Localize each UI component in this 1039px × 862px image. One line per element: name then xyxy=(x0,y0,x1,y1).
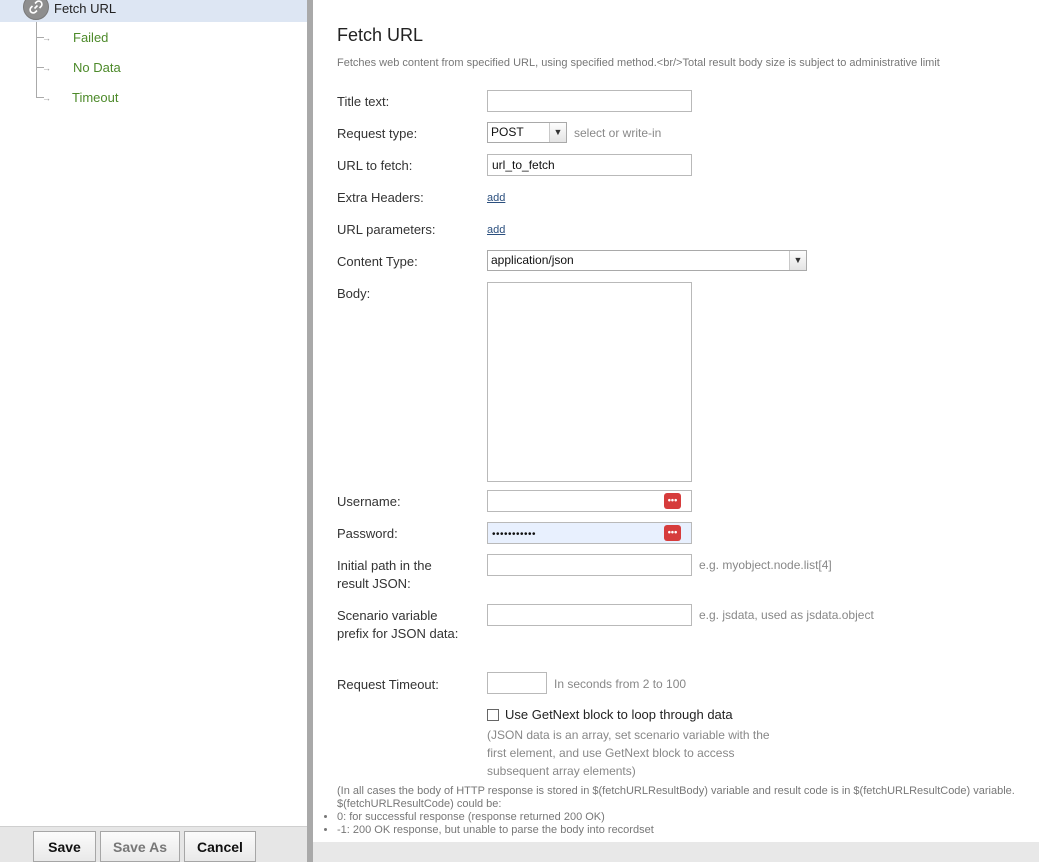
extra-headers-add-link[interactable]: add xyxy=(487,192,505,204)
username-label: Username: xyxy=(337,494,401,509)
chevron-down-icon[interactable]: ▼ xyxy=(789,251,806,270)
cancel-button[interactable]: Cancel xyxy=(184,831,256,862)
chevron-down-icon[interactable]: ▼ xyxy=(549,123,566,142)
tree-branch-label: No Data xyxy=(73,60,121,75)
password-manager-icon[interactable]: ••• xyxy=(664,493,681,509)
footer-note: (In all cases the body of HTTP response … xyxy=(337,785,1015,810)
password-manager-icon[interactable]: ••• xyxy=(664,525,681,541)
page-title: Fetch URL xyxy=(337,25,424,45)
scenario-prefix-input[interactable] xyxy=(487,604,692,626)
tree-branch-label: Failed xyxy=(73,30,109,45)
getnext-checkbox[interactable] xyxy=(487,708,499,721)
request-timeout-input[interactable] xyxy=(487,672,547,694)
request-timeout-label: Request Timeout: xyxy=(337,677,439,692)
url-parameters-add-link[interactable]: add xyxy=(487,224,505,236)
extra-headers-label: Extra Headers: xyxy=(337,190,424,205)
request-type-value: POST xyxy=(491,125,524,139)
list-item: -1: 200 OK response, but unable to parse… xyxy=(337,824,654,837)
title-text-input[interactable] xyxy=(487,90,692,112)
body-textarea[interactable] xyxy=(487,282,692,482)
title-text-label: Title text: xyxy=(337,94,390,109)
tree-node-label: Fetch URL xyxy=(54,1,117,16)
username-input[interactable]: ••• xyxy=(487,490,692,512)
scenario-prefix-label: Scenario variable prefix for JSON data: xyxy=(337,608,459,641)
request-type-select[interactable]: POST ▼ xyxy=(487,122,567,143)
tree-branch-label: Timeout xyxy=(72,90,119,105)
content-type-select[interactable]: application/json ▼ xyxy=(487,250,807,271)
password-input[interactable]: ••••••••••• ••• xyxy=(487,522,692,544)
password-label: Password: xyxy=(337,526,398,541)
content-type-value: application/json xyxy=(491,253,574,267)
scenario-tree-panel: Fetch URL → Failed → No Data → Timeout S… xyxy=(0,0,307,862)
request-type-hint: select or write-in xyxy=(574,126,662,140)
request-type-label: Request type: xyxy=(337,126,418,141)
scenario-prefix-hint: e.g. jsdata, used as jsdata.object xyxy=(699,608,874,622)
url-label: URL to fetch: xyxy=(337,158,413,173)
tree-node-fetch-url[interactable]: Fetch URL xyxy=(0,0,307,22)
save-button[interactable]: Save xyxy=(33,831,96,862)
button-bar: Save Save As Cancel xyxy=(0,826,307,862)
getnext-label: Use GetNext block to loop through data xyxy=(505,707,733,722)
block-properties-form: Fetch URL Fetches web content from speci… xyxy=(313,0,1039,842)
getnext-option[interactable]: Use GetNext block to loop through data xyxy=(487,707,733,722)
url-parameters-label: URL parameters: xyxy=(337,222,436,237)
password-value: ••••••••••• xyxy=(492,529,537,540)
body-label: Body: xyxy=(337,286,371,301)
url-input[interactable]: url_to_fetch xyxy=(487,154,692,176)
link-icon xyxy=(23,0,49,20)
list-item: 0: for successful response (response ret… xyxy=(337,811,654,824)
result-code-list: 0: for successful response (response ret… xyxy=(323,811,654,837)
initial-path-input[interactable] xyxy=(487,554,692,576)
content-type-label: Content Type: xyxy=(337,254,418,269)
arrow-right-icon: → xyxy=(42,93,51,103)
save-as-button[interactable]: Save As xyxy=(100,831,180,862)
initial-path-hint: e.g. myobject.node.list[4] xyxy=(699,558,832,572)
page-description: Fetches web content from specified URL, … xyxy=(337,57,940,69)
request-timeout-hint: In seconds from 2 to 100 xyxy=(554,677,687,691)
initial-path-label: Initial path in the result JSON: xyxy=(337,558,432,591)
getnext-note: (JSON data is an array, set scenario var… xyxy=(487,728,770,778)
